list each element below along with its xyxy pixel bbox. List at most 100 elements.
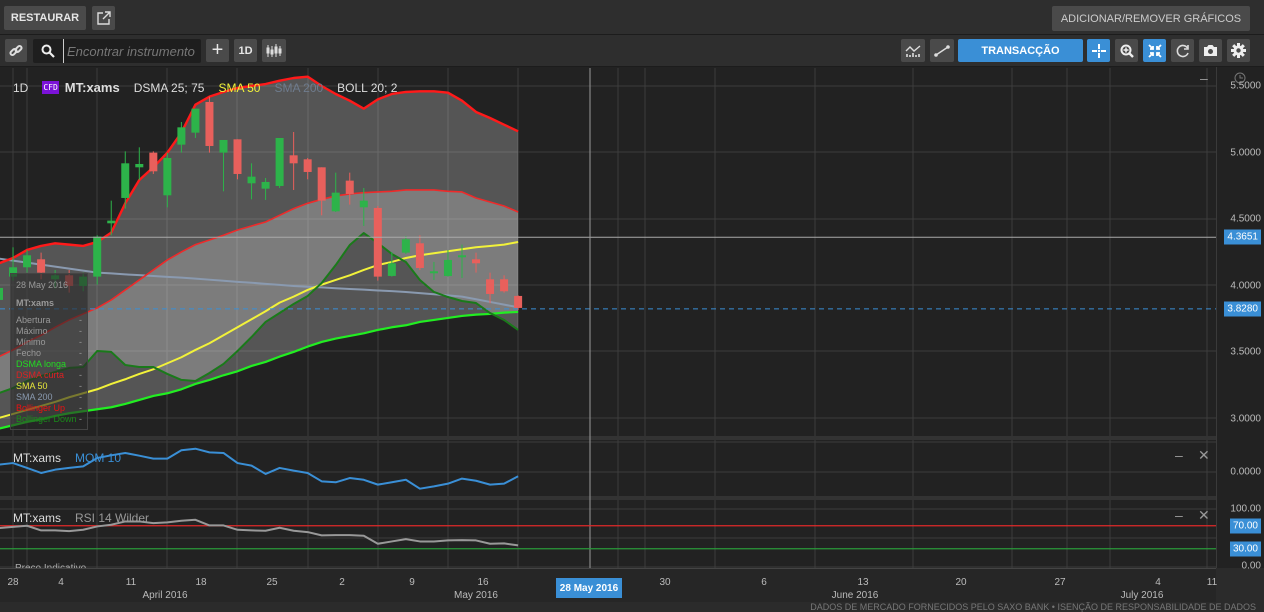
candle-body — [275, 137, 284, 186]
date-tick-label: 9 — [409, 577, 415, 588]
candle-body — [401, 239, 410, 253]
close-mom-icon[interactable]: ✕ — [1198, 447, 1210, 464]
close-rsi-icon[interactable]: ✕ — [1198, 507, 1210, 524]
candle-body — [345, 180, 354, 194]
gear-icon — [1231, 43, 1246, 58]
tooltip-row: SMA 200 - — [16, 392, 82, 403]
tooltip-row-value: - — [79, 414, 82, 424]
candle-body — [23, 255, 32, 268]
panel-divider — [0, 496, 1216, 500]
legend-sma200[interactable]: SMA 200 — [274, 81, 323, 95]
rsi-axis-label: 0.00 — [1241, 560, 1261, 572]
tooltip-row-label: Bollinger Up — [16, 403, 66, 413]
date-tick-label: 16 — [477, 577, 489, 588]
price-tick-label: 5.5000 — [1230, 80, 1261, 92]
legend-sma50[interactable]: SMA 50 — [218, 81, 260, 95]
date-tick-label: 27 — [1054, 577, 1066, 588]
candle-body — [261, 181, 270, 189]
tooltip-row-value: - — [79, 403, 82, 413]
minimize-mom-icon[interactable]: – — [1175, 447, 1183, 463]
month-label: May 2016 — [454, 590, 498, 601]
rsi-panel-indicator[interactable]: RSI 14 Wilder — [75, 511, 149, 525]
candle-body — [387, 263, 396, 276]
date-tick-label: 6 — [761, 577, 767, 588]
candle-body — [93, 236, 102, 277]
legend-instrument[interactable]: MT:xams — [65, 80, 120, 95]
settings-button[interactable] — [1227, 39, 1250, 62]
minimize-main-icon[interactable]: – — [1200, 70, 1208, 86]
tooltip-row-label: DSMA longa — [16, 359, 67, 369]
tooltip-row-value: - — [79, 315, 82, 325]
tooltip-row-value: - — [79, 392, 82, 402]
date-tick-label: 2 — [339, 577, 345, 588]
minimize-rsi-icon[interactable]: – — [1175, 507, 1183, 523]
candle-body — [107, 220, 116, 224]
price-tick-label: 3.0000 — [1230, 413, 1261, 424]
price-tick-label: 4.5000 — [1230, 213, 1261, 225]
tooltip-row-label: SMA 50 — [16, 381, 48, 391]
tooltip-row-label: DSMA curta — [16, 370, 65, 380]
legend-dsma[interactable]: DSMA 25; 75 — [134, 81, 205, 95]
candle-body — [177, 127, 186, 145]
price-tick-label: 5.0000 — [1230, 147, 1261, 158]
tooltip-row: DSMA longa - — [16, 359, 82, 370]
candle-body — [443, 259, 452, 276]
candle-body — [500, 279, 509, 292]
month-label: July 2016 — [1120, 590, 1164, 601]
rsi-panel-instrument: MT:xams — [13, 511, 61, 525]
mom-panel-indicator[interactable]: MOM 10 — [75, 451, 121, 465]
date-tick-label: 11 — [1206, 577, 1218, 588]
date-tick-label: 4 — [1155, 577, 1161, 588]
tooltip-row-value: - — [79, 348, 82, 358]
mom-axis-label: 0.0000 — [1230, 466, 1261, 478]
candle-body — [429, 271, 438, 274]
candle-body — [289, 155, 298, 164]
tooltip-row: Bollinger Up - — [16, 403, 82, 414]
date-tick-label: 18 — [195, 577, 207, 588]
legend-boll[interactable]: BOLL 20; 2 — [337, 81, 397, 95]
price-tick-label: 4.0000 — [1230, 280, 1261, 291]
candle-body — [331, 192, 340, 212]
tooltip-row-value: - — [79, 326, 82, 336]
candle-body — [457, 255, 466, 258]
tooltip-row: Máximo - — [16, 326, 82, 337]
tooltip-row-label: Abertura — [16, 315, 51, 325]
tooltip-row-label: Bollinger Down — [16, 414, 77, 424]
tooltip-row-label: Mínimo — [16, 337, 46, 347]
rsi-upper-label: 70.00 — [1229, 518, 1261, 534]
date-tick-label: 20 — [955, 577, 967, 588]
price-axis[interactable] — [1216, 67, 1264, 568]
date-tick-label: 30 — [659, 577, 671, 588]
candle-body — [472, 259, 481, 264]
rsi-lower-label: 30.00 — [1229, 541, 1261, 557]
tooltip-row: Fecho - — [16, 348, 82, 359]
candle-body — [121, 163, 130, 198]
tooltip-row-value: - — [79, 381, 82, 391]
tooltip-row: DSMA curta - — [16, 370, 82, 381]
candle-body — [191, 108, 200, 133]
candle-body — [359, 200, 368, 208]
panel-divider — [0, 436, 1216, 440]
candle-body — [373, 207, 382, 277]
candle-body — [163, 157, 172, 196]
cfd-badge: CFD — [42, 81, 59, 94]
crosshair-price-label: 4.3651 — [1224, 229, 1261, 245]
tooltip-row: Abertura - — [16, 315, 82, 326]
crosshair-date-label: 28 May 2016 — [556, 578, 622, 598]
tooltip-row-value: - — [79, 359, 82, 369]
month-label: June 2016 — [831, 590, 879, 601]
candle-body — [415, 243, 424, 268]
tooltip-row: Mínimo - — [16, 337, 82, 348]
tooltip-row-label: Máximo — [16, 326, 48, 336]
last-price-label: 3.8280 — [1224, 301, 1261, 317]
candle-body — [149, 152, 158, 172]
candle-body — [486, 279, 495, 294]
candle-body — [303, 159, 312, 172]
date-tick-label: 4 — [58, 577, 64, 588]
price-tick-label: 3.5000 — [1230, 346, 1261, 358]
candle-body — [317, 167, 326, 201]
tooltip-date: 28 May 2016 — [16, 280, 69, 290]
candle-body — [135, 163, 144, 168]
candle-body — [219, 139, 228, 153]
data-tooltip: 28 May 2016 MT:xams Abertura - Máximo - Míni… — [10, 273, 88, 430]
